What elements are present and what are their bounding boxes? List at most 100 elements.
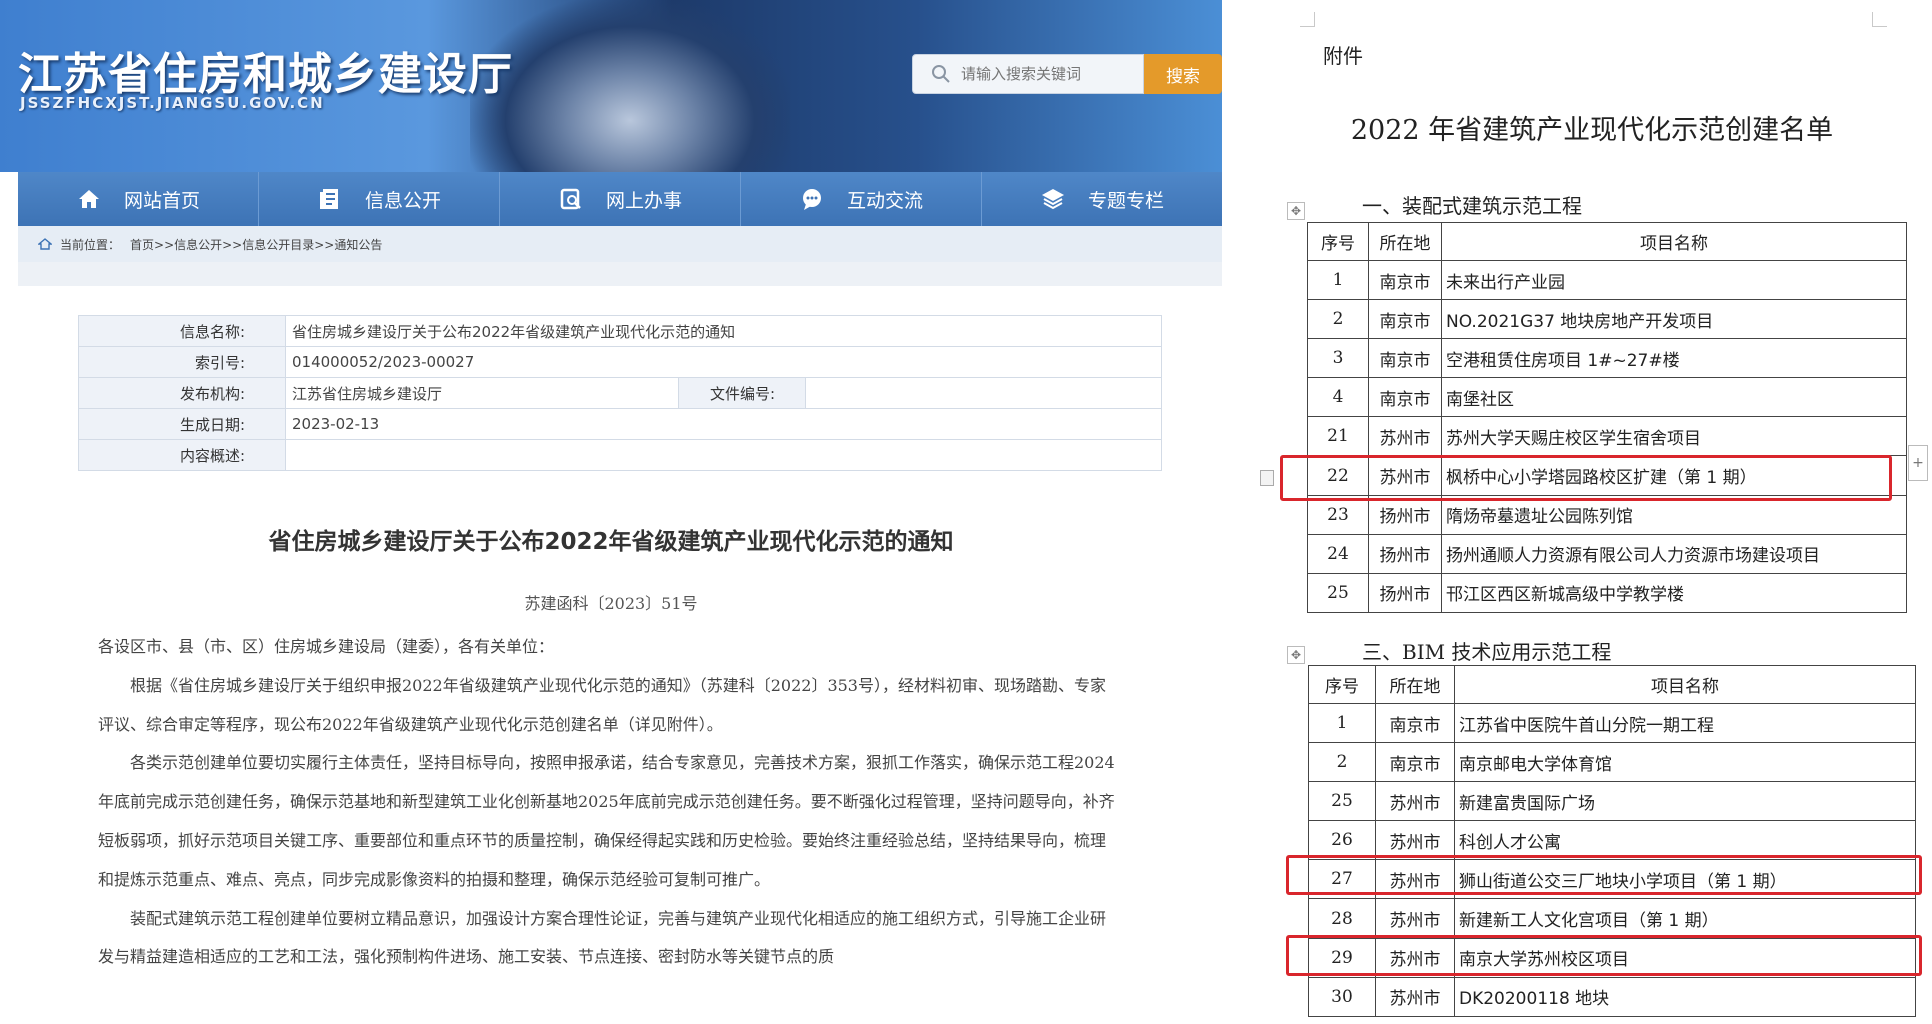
row-project-name: 新建富贵国际广场 bbox=[1454, 781, 1916, 822]
notice-body: 各设区市、县（市、区）住房城乡建设局（建委），各有关单位： 根据《省住房城乡建设… bbox=[98, 628, 1118, 977]
row-project-name: 扬州通顺人力资源有限公司人力资源市场建设项目 bbox=[1441, 533, 1907, 574]
row-number: 28 bbox=[1308, 898, 1376, 939]
row-number: 2 bbox=[1307, 299, 1369, 340]
row-location: 南京市 bbox=[1368, 299, 1442, 340]
search-box[interactable] bbox=[912, 54, 1144, 94]
info-key: 内容概述: bbox=[78, 439, 286, 471]
row-location: 南京市 bbox=[1368, 338, 1442, 379]
row-location: 南京市 bbox=[1375, 742, 1455, 783]
home-icon bbox=[38, 238, 52, 250]
table-row: 3 南京市 空港租赁住房项目 1#~27#楼 bbox=[1307, 338, 1907, 379]
nav-item-info-public[interactable]: 信息公开 bbox=[259, 172, 500, 226]
row-project-name: 新建新工人文化宫项目（第 1 期） bbox=[1454, 898, 1916, 939]
attachment-label: 附件 bbox=[1323, 44, 1363, 68]
service-icon bbox=[560, 188, 581, 210]
table-row: 24 扬州市 扬州通顺人力资源有限公司人力资源市场建设项目 bbox=[1307, 533, 1907, 574]
info-key: 索引号: bbox=[78, 346, 286, 378]
row-number: 2 bbox=[1308, 742, 1376, 783]
info-value: 014000052/2023-00027 bbox=[285, 346, 1162, 378]
row-project-name: 科创人才公寓 bbox=[1454, 820, 1916, 861]
main-nav: 网站首页 信息公开 网上办事 互动交流 专题专栏 bbox=[18, 172, 1222, 226]
search-button[interactable]: 搜索 bbox=[1144, 54, 1222, 94]
row-location: 南京市 bbox=[1375, 702, 1455, 744]
row-number: 24 bbox=[1307, 533, 1369, 574]
table-row: 2 南京市 南京邮电大学体育馆 bbox=[1308, 742, 1916, 783]
info-key: 信息名称: bbox=[78, 315, 286, 347]
info-key: 生成日期: bbox=[78, 408, 286, 440]
notice-title: 省住房城乡建设厅关于公布2022年省级建筑产业现代化示范的通知 bbox=[268, 529, 954, 555]
table-row: 1 南京市 江苏省中医院牛首山分院一期工程 bbox=[1308, 702, 1916, 744]
table-header: 项目名称 bbox=[1441, 222, 1907, 261]
table-header: 所在地 bbox=[1368, 222, 1442, 261]
attachment-document: 附件 2022 年省建筑产业现代化示范创建名单 ✥ 一、装配式建筑示范工程 序号… bbox=[1222, 0, 1932, 1024]
table-row: 25 扬州市 邗江区西区新城高级中学教学楼 bbox=[1307, 572, 1907, 613]
info-key: 文件编号: bbox=[678, 377, 806, 409]
table-move-handle-icon[interactable]: ✥ bbox=[1287, 202, 1305, 220]
row-location: 苏州市 bbox=[1368, 416, 1442, 457]
row-location: 苏州市 bbox=[1375, 976, 1455, 1017]
highlight-box bbox=[1286, 935, 1922, 976]
breadcrumb: 当前位置： 首页>>信息公开>>信息公开目录>>通知公告 bbox=[18, 226, 1222, 262]
highlight-box bbox=[1286, 855, 1922, 895]
section-title: 三、BIM 技术应用示范工程 bbox=[1362, 640, 1612, 664]
row-location: 南京市 bbox=[1368, 377, 1442, 418]
row-number: 21 bbox=[1307, 416, 1369, 457]
table-header: 所在地 bbox=[1375, 665, 1455, 704]
highlight-box bbox=[1280, 455, 1892, 501]
row-project-name: 南堡社区 bbox=[1441, 377, 1907, 418]
page-icon bbox=[1260, 470, 1274, 486]
nav-label: 网站首页 bbox=[123, 189, 200, 212]
home-icon bbox=[78, 190, 99, 208]
nav-item-home[interactable]: 网站首页 bbox=[18, 172, 259, 226]
table-row: 1 南京市 未来出行产业园 bbox=[1307, 259, 1907, 301]
row-project-name: 苏州大学天赐庄校区学生宿舍项目 bbox=[1441, 416, 1907, 457]
table-header: 序号 bbox=[1308, 665, 1376, 704]
paragraph: 装配式建筑示范工程创建单位要树立精品意识，加强设计方案合理性论证，完善与建筑产业… bbox=[98, 908, 1107, 967]
row-project-name: 江苏省中医院牛首山分院一期工程 bbox=[1454, 702, 1916, 744]
row-number: 25 bbox=[1308, 781, 1376, 822]
row-number: 4 bbox=[1307, 377, 1369, 418]
paragraph: 各类示范创建单位要切实履行主体责任，坚持目标导向，按照申报承诺，结合专家意见，完… bbox=[98, 753, 1115, 889]
add-row-icon[interactable]: + bbox=[1908, 445, 1928, 481]
info-key: 发布机构: bbox=[78, 377, 286, 409]
row-number: 25 bbox=[1307, 572, 1369, 613]
site-title: 江苏省住房和城乡建设厅 bbox=[18, 49, 513, 100]
info-value: 江苏省住房城乡建设厅 bbox=[285, 377, 679, 409]
row-location: 苏州市 bbox=[1375, 820, 1455, 861]
site-banner: 江苏省住房和城乡建设厅 JSSZFHCXJST.JIANGSU.GOV.CN 搜… bbox=[0, 0, 1222, 172]
project-table-prefab: 序号 所在地 项目名称 1 南京市 未来出行产业园 2 南京市 NO.2021G37 地块… bbox=[1307, 222, 1907, 613]
web-page-screenshot: 江苏省住房和城乡建设厅 JSSZFHCXJST.JIANGSU.GOV.CN 搜… bbox=[0, 0, 1222, 1024]
info-value bbox=[805, 377, 1162, 409]
layers-icon bbox=[1041, 189, 1064, 210]
site-domain: JSSZFHCXJST.JIANGSU.GOV.CN bbox=[20, 94, 325, 112]
nav-item-interaction[interactable]: 互动交流 bbox=[741, 172, 982, 226]
row-project-name: NO.2021G37 地块房地产开发项目 bbox=[1441, 299, 1907, 340]
row-project-name: 未来出行产业园 bbox=[1441, 259, 1907, 301]
table-row: 4 南京市 南堡社区 bbox=[1307, 377, 1907, 418]
row-number: 3 bbox=[1307, 338, 1369, 379]
search-input[interactable] bbox=[959, 64, 1133, 84]
nav-label: 互动交流 bbox=[846, 189, 923, 212]
paragraph: 根据《省住房城乡建设厅关于组织申报2022年省级建筑产业现代化示范的通知》（苏建… bbox=[98, 675, 1106, 734]
nav-label: 网上办事 bbox=[605, 189, 682, 212]
row-location: 南京市 bbox=[1368, 259, 1442, 301]
table-move-handle-icon[interactable]: ✥ bbox=[1287, 646, 1305, 664]
info-value: 省住房城乡建设厅关于公布2022年省级建筑产业现代化示范的通知 bbox=[285, 315, 1162, 347]
nav-item-special-topics[interactable]: 专题专栏 bbox=[982, 172, 1222, 226]
info-value: 2023-02-13 bbox=[285, 408, 1162, 440]
attachment-title: 2022 年省建筑产业现代化示范创建名单 bbox=[1350, 115, 1834, 146]
row-location: 扬州市 bbox=[1368, 533, 1442, 574]
page-corner-mark bbox=[1872, 12, 1887, 27]
row-location: 苏州市 bbox=[1375, 781, 1455, 822]
row-project-name: 空港租赁住房项目 1#~27#楼 bbox=[1441, 338, 1907, 379]
row-location: 苏州市 bbox=[1375, 898, 1455, 939]
banner-stadium-image bbox=[470, 0, 790, 172]
table-header: 项目名称 bbox=[1454, 665, 1916, 704]
document-number: 苏建函科〔2023〕51号 bbox=[524, 594, 698, 613]
table-row: 28 苏州市 新建新工人文化宫项目（第 1 期） bbox=[1308, 898, 1916, 939]
salutation: 各设区市、县（市、区）住房城乡建设局（建委），各有关单位： bbox=[98, 637, 555, 656]
breadcrumb-path[interactable]: 首页>>信息公开>>信息公开目录>>通知公告 bbox=[130, 236, 382, 253]
divider-strip bbox=[18, 262, 1222, 286]
nav-item-online-service[interactable]: 网上办事 bbox=[500, 172, 741, 226]
breadcrumb-label: 当前位置： bbox=[60, 237, 121, 252]
